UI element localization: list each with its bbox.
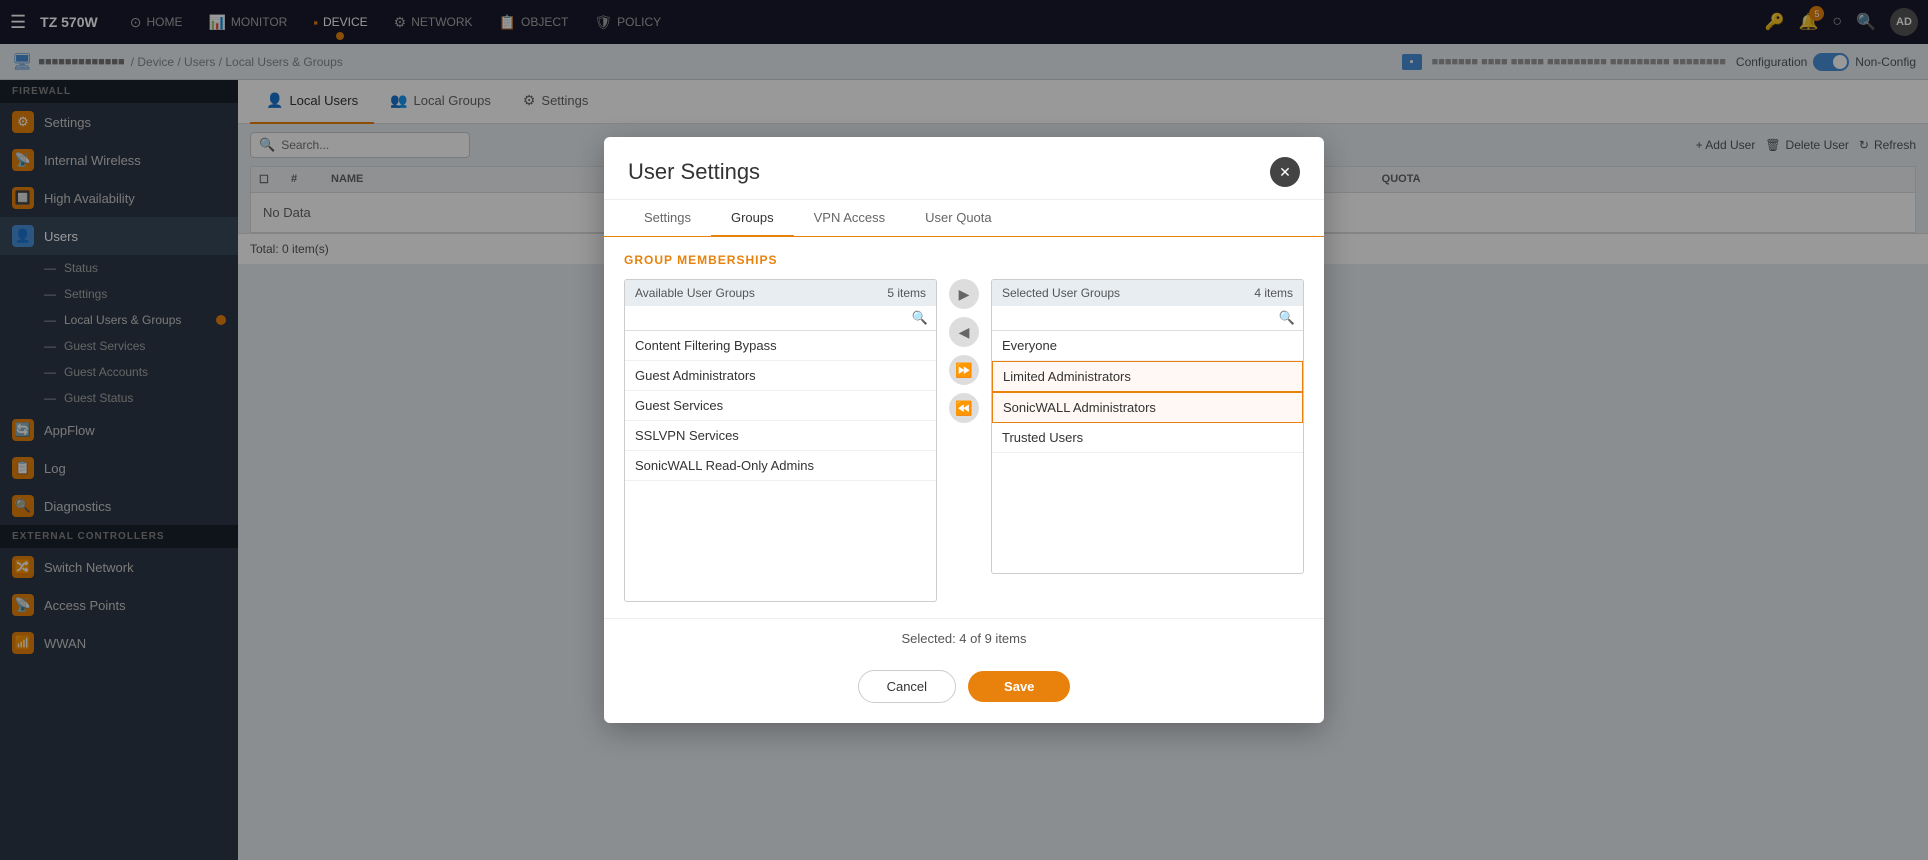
move-right-button[interactable]: ▶ <box>949 279 979 309</box>
modal-tab-settings[interactable]: Settings <box>624 200 711 237</box>
modal-body: GROUP MEMBERSHIPS Available User Groups … <box>604 237 1324 618</box>
modal-overlay[interactable]: User Settings ✕ Settings Groups VPN Acce… <box>0 0 1928 860</box>
selected-group-sonicwall-admins[interactable]: SonicWALL Administrators <box>992 392 1303 423</box>
available-panel-spacer <box>625 481 936 601</box>
group-item-guest-services[interactable]: Guest Services <box>625 391 936 421</box>
selected-groups-panel: Selected User Groups 4 items 🔍 Everyone … <box>991 279 1304 574</box>
modal-close-button[interactable]: ✕ <box>1270 157 1300 187</box>
move-left-button[interactable]: ◀ <box>949 317 979 347</box>
modal-footer-text: Selected: 4 of 9 items <box>604 618 1324 658</box>
modal-tab-vpn[interactable]: VPN Access <box>794 200 906 237</box>
group-memberships-title: GROUP MEMBERSHIPS <box>624 253 1304 267</box>
selected-groups-search[interactable]: 🔍 <box>992 306 1303 331</box>
modal-tab-quota[interactable]: User Quota <box>905 200 1011 237</box>
selected-groups-header: Selected User Groups 4 items <box>992 280 1303 306</box>
available-search-input[interactable] <box>633 311 912 325</box>
group-item-guest-admins[interactable]: Guest Administrators <box>625 361 936 391</box>
available-groups-search[interactable]: 🔍 <box>625 306 936 331</box>
selected-panel-spacer <box>992 453 1303 573</box>
save-button[interactable]: Save <box>968 671 1070 702</box>
selected-group-trusted-users[interactable]: Trusted Users <box>992 423 1303 453</box>
move-all-right-button[interactable]: ⏩ <box>949 355 979 385</box>
selected-groups-title: Selected User Groups <box>1002 286 1120 300</box>
user-settings-modal: User Settings ✕ Settings Groups VPN Acce… <box>604 137 1324 723</box>
groups-container: Available User Groups 5 items 🔍 Content … <box>624 279 1304 602</box>
transfer-buttons: ▶ ◀ ⏩ ⏪ <box>945 279 983 423</box>
cancel-button[interactable]: Cancel <box>858 670 956 703</box>
selected-group-limited-admins[interactable]: Limited Administrators <box>992 361 1303 392</box>
selected-search-icon: 🔍 <box>1279 310 1295 326</box>
modal-title: User Settings <box>628 159 760 185</box>
group-item-sslvpn[interactable]: SSLVPN Services <box>625 421 936 451</box>
available-groups-panel: Available User Groups 5 items 🔍 Content … <box>624 279 937 602</box>
available-search-icon: 🔍 <box>912 310 928 326</box>
selected-group-everyone[interactable]: Everyone <box>992 331 1303 361</box>
move-all-left-button[interactable]: ⏪ <box>949 393 979 423</box>
selected-groups-count: 4 items <box>1254 286 1293 300</box>
selected-search-input[interactable] <box>1000 311 1279 325</box>
group-item-cfb[interactable]: Content Filtering Bypass <box>625 331 936 361</box>
modal-actions: Cancel Save <box>604 658 1324 723</box>
modal-header: User Settings ✕ <box>604 137 1324 200</box>
available-groups-title: Available User Groups <box>635 286 755 300</box>
modal-tab-groups[interactable]: Groups <box>711 200 794 237</box>
group-item-readonly-admins[interactable]: SonicWALL Read-Only Admins <box>625 451 936 481</box>
available-groups-count: 5 items <box>887 286 926 300</box>
modal-tabs: Settings Groups VPN Access User Quota <box>604 200 1324 237</box>
available-groups-header: Available User Groups 5 items <box>625 280 936 306</box>
